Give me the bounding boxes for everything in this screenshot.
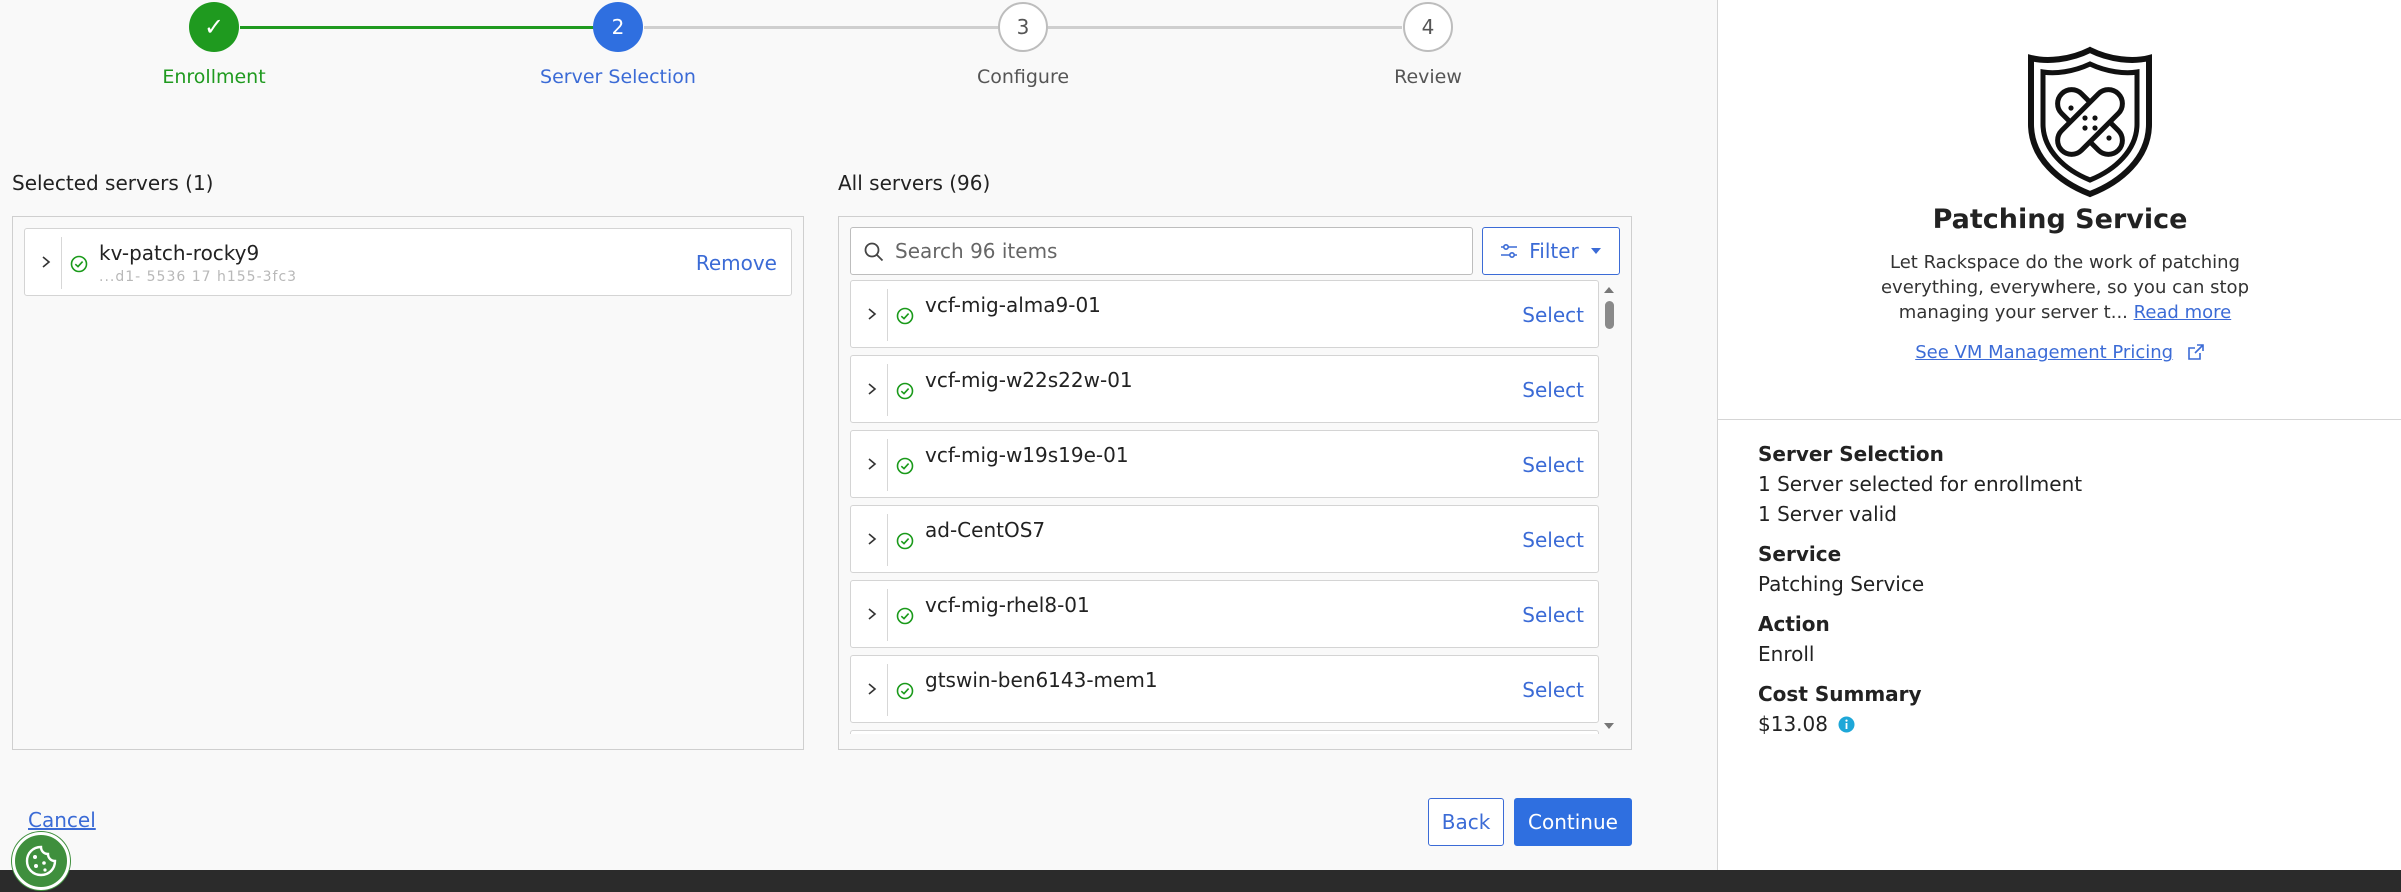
server-row: vcf-mig-w19s19e-01 Select <box>850 430 1599 498</box>
step-1-label: Enrollment <box>162 66 266 88</box>
divider <box>887 364 888 416</box>
info-icon[interactable] <box>1838 716 1855 733</box>
divider <box>887 439 888 491</box>
selected-server-row: kv-patch-rocky9 ...d1- 5536 17 h155-3fc3… <box>24 228 792 296</box>
check-circle-icon <box>896 532 914 550</box>
server-name: vcf-mig-rhel8-01 <box>925 593 1090 617</box>
server-row: vcf-mig-alma9-01 Select <box>850 280 1599 348</box>
server-name: gtswin-ben6143-mem1 <box>925 668 1158 692</box>
chevron-right-icon[interactable] <box>861 453 883 475</box>
selected-servers-title: Selected servers (1) <box>12 171 214 195</box>
server-name: vcf-mig-alma9-01 <box>925 293 1101 317</box>
divider <box>887 589 888 641</box>
check-circle-icon <box>896 457 914 475</box>
select-button[interactable]: Select <box>1522 378 1584 402</box>
server-name: ad-CentOS7 <box>925 518 1046 542</box>
chevron-right-icon[interactable] <box>861 603 883 625</box>
server-row: vcf-mig-rhel8-01 Select <box>850 580 1599 648</box>
cancel-link[interactable]: Cancel <box>28 808 96 832</box>
filter-label: Filter <box>1529 239 1579 263</box>
sliders-icon <box>1501 243 1518 259</box>
check-circle-icon <box>896 307 914 325</box>
cost-amount: $13.08 <box>1758 712 1828 736</box>
step-3-label: Configure <box>976 66 1070 88</box>
summary-action-heading: Action <box>1758 612 1830 636</box>
service-description: Let Rackspace do the work of patching ev… <box>1838 250 2292 325</box>
pricing-link[interactable]: See VM Management Pricing <box>1915 342 2173 363</box>
chevron-right-icon[interactable] <box>861 303 883 325</box>
select-button[interactable]: Select <box>1522 453 1584 477</box>
external-link-icon <box>2187 344 2204 360</box>
footer-bar <box>0 870 2401 892</box>
chevron-right-icon[interactable] <box>861 378 883 400</box>
selected-servers-panel <box>12 216 804 750</box>
step-4-label: Review <box>1394 66 1462 88</box>
search-icon <box>864 242 884 262</box>
summary-server-selection-heading: Server Selection <box>1758 442 1944 466</box>
server-name: vcf-mig-w19s19e-01 <box>925 443 1129 467</box>
search-input[interactable] <box>895 236 1455 266</box>
remove-button[interactable]: Remove <box>696 251 777 275</box>
server-row: vcf-mig-w22s22w-01 Select <box>850 355 1599 423</box>
scroll-down-icon[interactable] <box>1602 719 1616 733</box>
summary-service-heading: Service <box>1758 542 1842 566</box>
progress-stepper: ✓ Enrollment 2 Server Selection 3 Config… <box>0 0 1716 100</box>
server-id: ...d1- 5536 17 h155-3fc3 <box>99 269 298 285</box>
select-button[interactable]: Select <box>1522 303 1584 327</box>
step-2-active: 2 <box>593 2 643 52</box>
scrollbar[interactable] <box>1602 283 1616 737</box>
chevron-right-icon[interactable] <box>861 528 883 550</box>
step-connector <box>644 26 998 29</box>
step-1-complete: ✓ <box>189 2 239 52</box>
check-circle-icon <box>70 255 88 273</box>
scrollbar-thumb[interactable] <box>1605 301 1614 329</box>
divider <box>61 237 62 289</box>
server-row: gtswin-ben6143-mem1 Select <box>850 655 1599 723</box>
select-button[interactable]: Select <box>1522 678 1584 702</box>
step-4: 4 <box>1403 2 1453 52</box>
summary-valid-count: 1 Server valid <box>1758 502 1897 526</box>
service-sidebar: Patching Service Let Rackspace do the wo… <box>1717 0 2401 870</box>
step-3: 3 <box>998 2 1048 52</box>
chevron-right-icon[interactable] <box>861 678 883 700</box>
step-2-label: Server Selection <box>540 66 696 88</box>
read-more-link[interactable]: Read more <box>2134 302 2232 323</box>
divider <box>887 289 888 341</box>
service-title: Patching Service <box>1932 204 2188 235</box>
scroll-up-icon[interactable] <box>1602 283 1616 297</box>
check-circle-icon <box>896 682 914 700</box>
select-button[interactable]: Select <box>1522 528 1584 552</box>
shield-bandage-icon <box>2028 46 2152 198</box>
step-connector <box>1048 26 1402 29</box>
all-servers-title: All servers (96) <box>838 171 991 195</box>
server-row-partial <box>850 730 1599 734</box>
check-circle-icon <box>896 382 914 400</box>
divider <box>887 664 888 716</box>
server-name: kv-patch-rocky9 <box>99 241 260 265</box>
step-connector-done <box>240 26 594 29</box>
continue-button[interactable]: Continue <box>1514 798 1632 846</box>
sidebar-divider <box>1718 419 2401 420</box>
summary-selected-count: 1 Server selected for enrollment <box>1758 472 2083 496</box>
search-field[interactable] <box>850 227 1473 275</box>
cookie-icon <box>25 845 57 877</box>
chevron-right-icon[interactable] <box>35 251 57 273</box>
summary-service-value: Patching Service <box>1758 572 1925 596</box>
server-name: vcf-mig-w22s22w-01 <box>925 368 1133 392</box>
divider <box>887 514 888 566</box>
pricing-link-row[interactable]: See VM Management Pricing <box>1718 342 2401 363</box>
cookie-settings-button[interactable] <box>12 832 70 890</box>
summary-cost-heading: Cost Summary <box>1758 682 1922 706</box>
caret-down-icon <box>1590 248 1601 254</box>
server-row: ad-CentOS7 Select <box>850 505 1599 573</box>
summary-cost-value: $13.08 <box>1758 712 1855 736</box>
select-button[interactable]: Select <box>1522 603 1584 627</box>
summary-action-value: Enroll <box>1758 642 1815 666</box>
back-button[interactable]: Back <box>1428 798 1504 846</box>
filter-button[interactable]: Filter <box>1482 227 1620 275</box>
check-circle-icon <box>896 607 914 625</box>
server-list: vcf-mig-alma9-01 Select vcf-mig-w22s22w-… <box>850 280 1602 734</box>
